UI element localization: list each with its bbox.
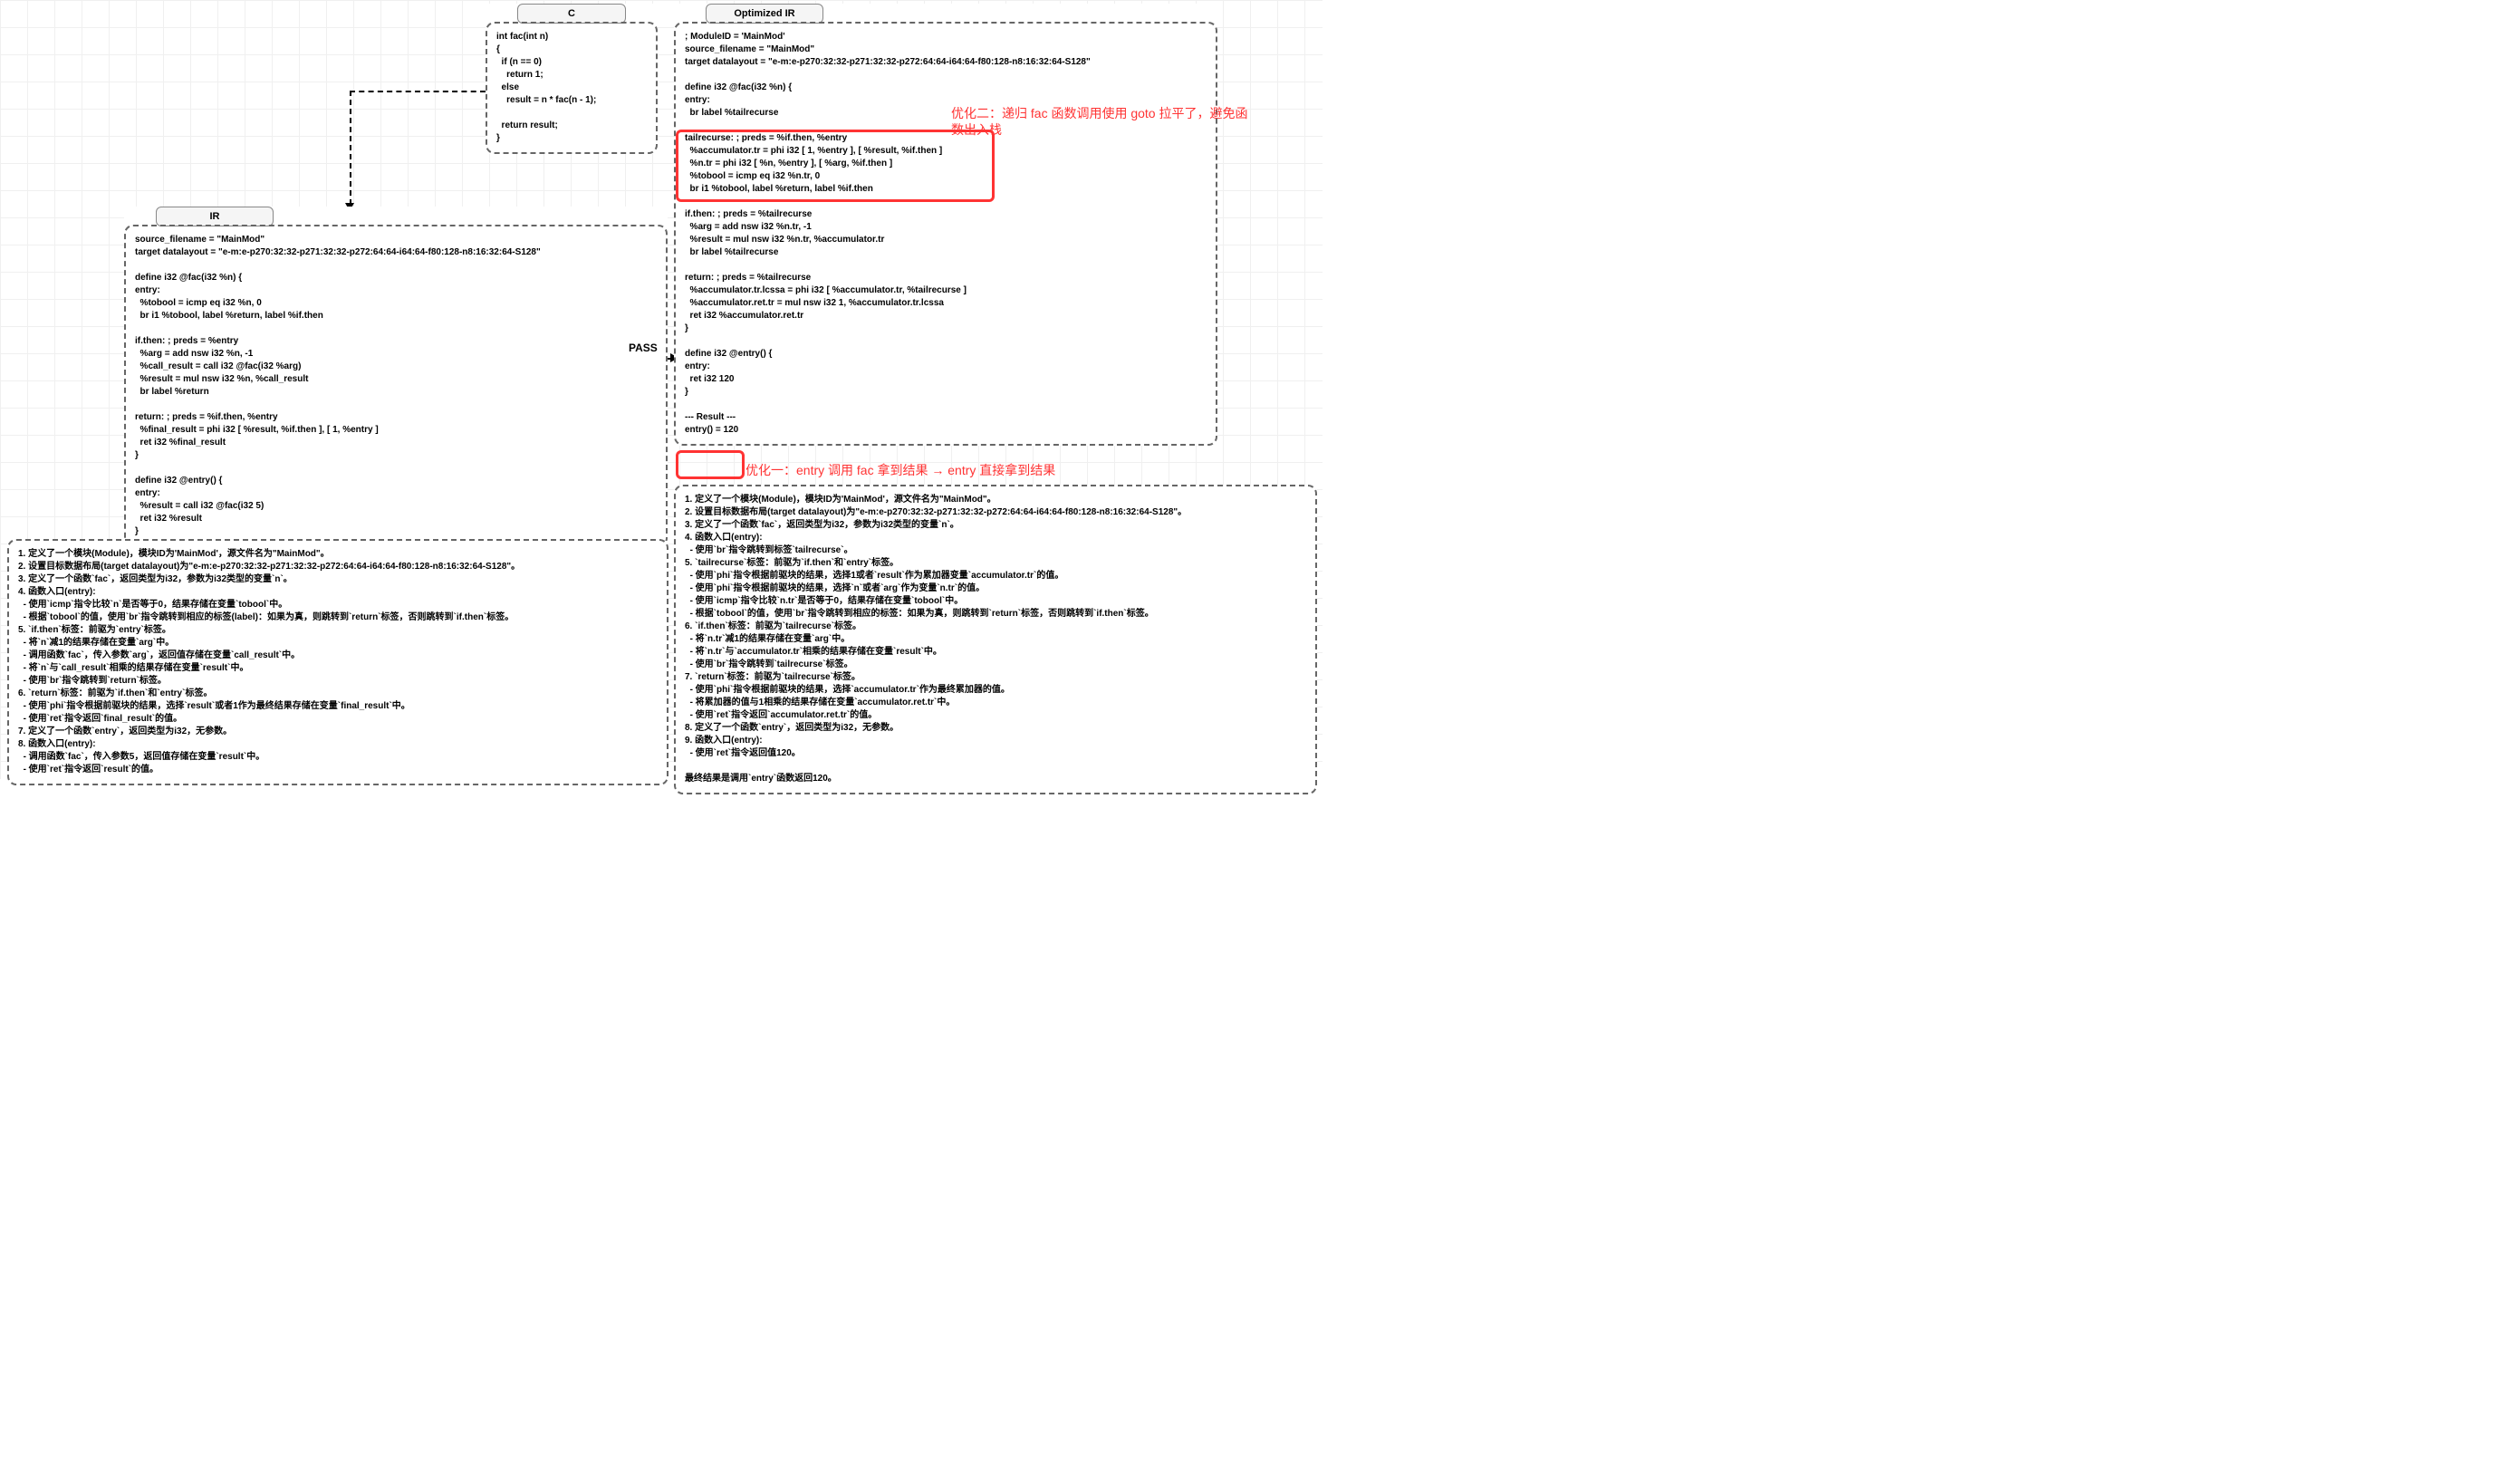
- ir-header: IR: [156, 207, 274, 226]
- annotation-opt2: 优化二：递归 fac 函数调用使用 goto 拉平了，避免函数出入栈: [951, 105, 1250, 138]
- ir-box: IR source_filename = "MainMod" target da…: [124, 207, 668, 547]
- redbox-result: [676, 450, 745, 479]
- annotation-opt1: 优化一：entry 调用 fac 拿到结果 → entry 直接拿到结果: [745, 462, 1198, 478]
- optir-desc-box: 1. 定义了一个模块(Module)，模块ID为'MainMod'，源文件名为"…: [674, 486, 1317, 794]
- ir-desc-body: 1. 定义了一个模块(Module)，模块ID为'MainMod'，源文件名为"…: [7, 539, 668, 785]
- redbox-tailrecurse: [676, 130, 995, 202]
- optir-header: Optimized IR: [706, 4, 823, 24]
- optir-desc-body: 1. 定义了一个模块(Module)，模块ID为'MainMod'，源文件名为"…: [674, 485, 1317, 794]
- optir-code-body: ; ModuleID = 'MainMod' source_filename =…: [674, 22, 1217, 446]
- arrow-c-ir-v: [350, 91, 351, 205]
- pass-label: PASS: [629, 342, 658, 354]
- c-box: C int fac(int n) { if (n == 0) return 1;…: [486, 4, 658, 154]
- ir-desc-box: 1. 定义了一个模块(Module)，模块ID为'MainMod'，源文件名为"…: [7, 541, 668, 785]
- arrow-c-ir-h: [350, 91, 486, 92]
- c-code-body: int fac(int n) { if (n == 0) return 1; e…: [486, 22, 658, 154]
- optir-box: Optimized IR ; ModuleID = 'MainMod' sour…: [674, 4, 1217, 446]
- c-header: C: [517, 4, 626, 24]
- ir-code-body: source_filename = "MainMod" target datal…: [124, 225, 668, 547]
